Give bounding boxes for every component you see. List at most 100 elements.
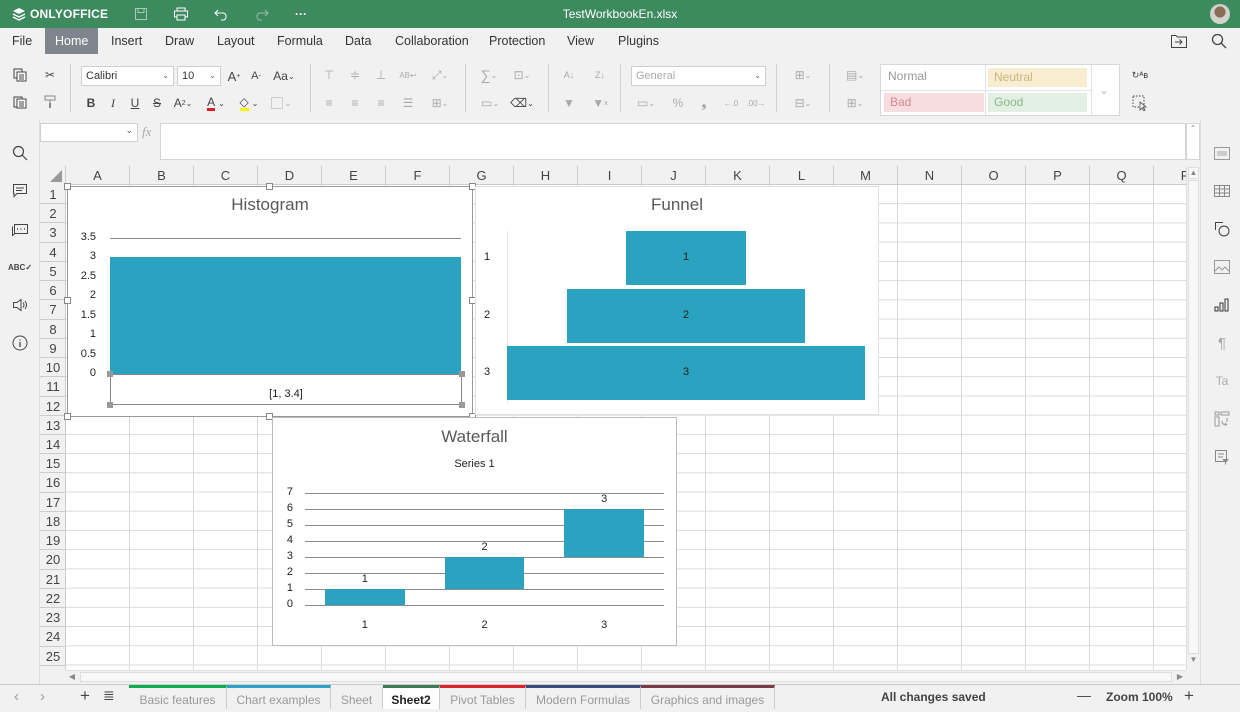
fill-icon[interactable]: ⊡ ⌄: [508, 65, 536, 85]
paragraph-settings-icon[interactable]: ¶: [1212, 333, 1232, 353]
horizontal-scrollbar[interactable]: ◀ ▶: [66, 670, 1186, 683]
sheet-tab-basic-features[interactable]: Basic features: [129, 685, 227, 709]
row-header-24[interactable]: 24: [40, 627, 66, 647]
resize-handle[interactable]: [64, 297, 71, 304]
resize-handle[interactable]: [107, 371, 113, 377]
strikethrough-button[interactable]: S: [146, 93, 168, 113]
table-settings-icon[interactable]: [1212, 181, 1232, 201]
row-header-21[interactable]: 21: [40, 570, 66, 589]
increase-font-icon[interactable]: A +: [223, 66, 245, 86]
column-header-h[interactable]: H: [514, 166, 578, 185]
sheet-tab-chart-examples[interactable]: Chart examples: [227, 685, 331, 709]
change-case-icon[interactable]: Aa ⌄: [270, 66, 298, 86]
resize-handle[interactable]: [64, 183, 71, 190]
scroll-down-arrow[interactable]: ▼: [1188, 655, 1199, 667]
tab-collaboration[interactable]: Collaboration: [385, 28, 479, 54]
row-header-14[interactable]: 14: [40, 435, 66, 455]
column-header-a[interactable]: A: [66, 166, 130, 185]
row-header-26[interactable]: 26: [40, 666, 66, 670]
resize-handle[interactable]: [107, 402, 113, 408]
spellcheck-icon[interactable]: ABC✓: [8, 257, 32, 277]
waterfall-chart[interactable]: Waterfall Series 1 01234567112233: [272, 417, 677, 646]
sheet-tab-sheet[interactable]: Sheet: [331, 685, 383, 709]
column-header-g[interactable]: G: [450, 166, 514, 185]
spreadsheet-grid[interactable]: ABCDEFGHIJKLMNOPQR 1 2 3 4 5 6 7 8 9 10 11 12 13 14 15…: [40, 166, 1186, 670]
align-center-icon[interactable]: ≡: [344, 93, 366, 113]
comments-icon[interactable]: [10, 181, 30, 201]
feedback-icon[interactable]: [10, 295, 30, 315]
style-normal[interactable]: Normal: [882, 66, 985, 87]
align-top-icon[interactable]: ⊤: [318, 65, 340, 85]
search-icon[interactable]: [10, 143, 30, 163]
font-name-select[interactable]: Calibri ⌄: [81, 66, 174, 86]
column-header-e[interactable]: E: [322, 166, 386, 185]
tab-protection[interactable]: Protection: [479, 28, 555, 54]
shape-settings-icon[interactable]: [1212, 219, 1232, 239]
sheet-tab-pivot-tables[interactable]: Pivot Tables: [440, 685, 526, 709]
resize-handle[interactable]: [64, 413, 71, 420]
scroll-up-arrow[interactable]: ▲: [1188, 167, 1199, 179]
column-header-m[interactable]: M: [834, 166, 898, 185]
image-settings-icon[interactable]: [1212, 257, 1232, 277]
sheet-tab-sheet2[interactable]: Sheet2: [383, 685, 440, 709]
row-header-1[interactable]: 1: [40, 185, 66, 205]
cut-icon[interactable]: ✂: [39, 65, 61, 85]
conditional-formatting-icon[interactable]: ▤ ⌄: [840, 65, 870, 85]
fx-icon[interactable]: fx: [142, 124, 151, 140]
sort-ascending-icon[interactable]: A↓: [558, 65, 580, 85]
row-header-17[interactable]: 17: [40, 493, 66, 512]
tab-view[interactable]: View: [557, 28, 604, 54]
style-good[interactable]: Good: [988, 93, 1087, 112]
zoom-in-button[interactable]: +: [1184, 686, 1194, 706]
expand-formula-bar-button[interactable]: ⌃: [1186, 123, 1200, 160]
underline-button[interactable]: U: [124, 93, 146, 113]
row-header-5[interactable]: 5: [40, 262, 66, 282]
column-header-o[interactable]: O: [962, 166, 1026, 185]
name-box[interactable]: ⌄: [40, 123, 138, 142]
sheet-list-icon[interactable]: ≣: [103, 687, 115, 704]
scroll-left-arrow[interactable]: ◀: [66, 671, 78, 683]
tab-insert[interactable]: Insert: [101, 28, 152, 54]
row-header-15[interactable]: 15: [40, 454, 66, 474]
row-header-23[interactable]: 23: [40, 608, 66, 628]
named-ranges-icon[interactable]: ▭ ⌄: [476, 93, 504, 113]
scroll-right-arrow[interactable]: ▶: [1174, 671, 1186, 683]
info-icon[interactable]: [10, 333, 30, 353]
funnel-chart[interactable]: Funnel 112233: [475, 186, 879, 415]
filter-icon[interactable]: ▼: [558, 93, 580, 113]
sheet-tab-modern-formulas[interactable]: Modern Formulas: [526, 685, 641, 709]
open-file-location-icon[interactable]: [1170, 33, 1188, 49]
tab-file[interactable]: File: [2, 28, 42, 54]
row-header-6[interactable]: 6: [40, 281, 66, 301]
italic-button[interactable]: I: [102, 93, 124, 113]
row-header-8[interactable]: 8: [40, 320, 66, 339]
select-all-corner[interactable]: [40, 166, 66, 185]
align-middle-icon[interactable]: ≑: [344, 65, 366, 85]
format-painter-icon[interactable]: [39, 92, 61, 112]
cell-settings-icon[interactable]: [1212, 143, 1232, 163]
add-sheet-icon[interactable]: +: [80, 686, 90, 706]
font-size-select[interactable]: 10 ⌄: [177, 66, 221, 86]
delete-cells-icon[interactable]: ⊟ ⌄: [788, 93, 818, 113]
row-header-20[interactable]: 20: [40, 550, 66, 570]
tab-layout[interactable]: Layout: [207, 28, 265, 54]
formula-input[interactable]: [160, 123, 1186, 160]
chevron-down-icon[interactable]: ⌄: [125, 125, 133, 136]
zoom-out-button[interactable]: —: [1077, 687, 1091, 703]
replace-icon[interactable]: ↻ᴬʙ: [1129, 65, 1151, 85]
decrease-font-icon[interactable]: A-: [245, 66, 267, 86]
text-art-settings-icon[interactable]: Ta: [1212, 371, 1232, 391]
column-header-j[interactable]: J: [642, 166, 706, 185]
wrap-text-icon[interactable]: AB↩: [397, 65, 419, 85]
column-header-c[interactable]: C: [194, 166, 258, 185]
fill-color-button[interactable]: ◇ ⌄: [234, 93, 264, 113]
column-header-l[interactable]: L: [770, 166, 834, 185]
row-header-7[interactable]: 7: [40, 300, 66, 320]
row-header-13[interactable]: 13: [40, 416, 66, 435]
styles-expand-icon[interactable]: ⌄: [1099, 83, 1109, 97]
text-orientation-icon[interactable]: ⤢ ⌄: [425, 65, 455, 85]
merge-cells-icon[interactable]: ⊞ ⌄: [425, 93, 455, 113]
column-header-k[interactable]: K: [706, 166, 770, 185]
column-header-b[interactable]: B: [130, 166, 194, 185]
justify-icon[interactable]: ☰: [397, 93, 419, 113]
